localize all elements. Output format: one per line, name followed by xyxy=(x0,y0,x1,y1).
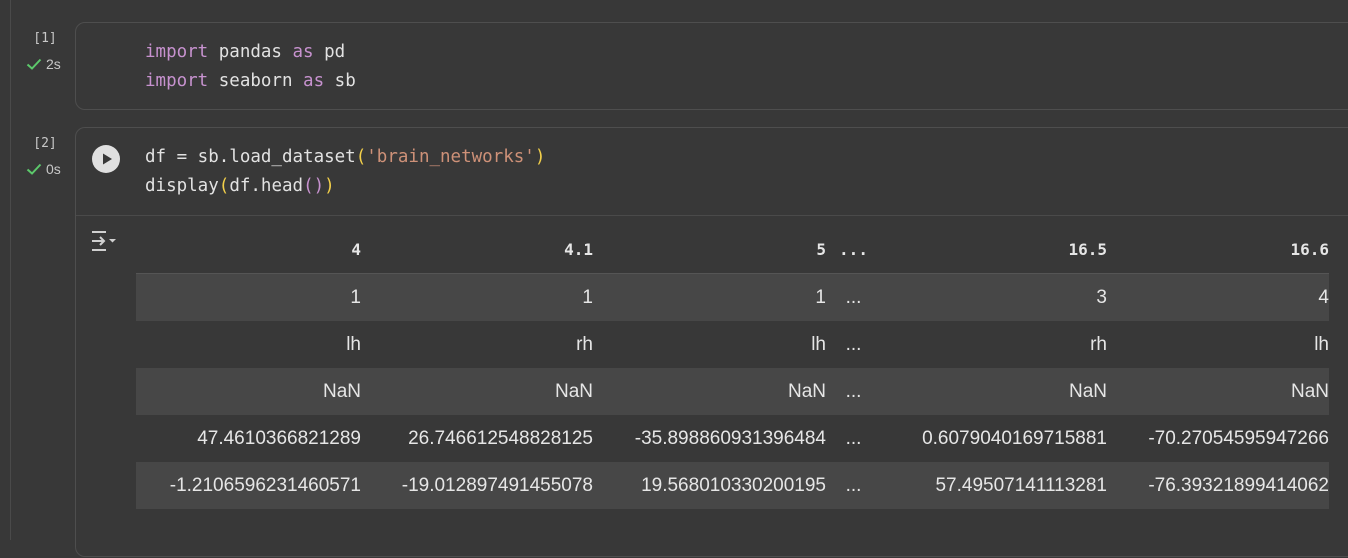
table-cell: 4 xyxy=(1107,273,1329,321)
code-token: ) xyxy=(534,147,546,167)
table-cell: ... xyxy=(826,462,881,509)
table-cell: 47.4610366821289 xyxy=(136,415,361,462)
column-header: 5 xyxy=(593,226,826,274)
output-toggle-icon[interactable] xyxy=(90,228,120,254)
table-cell: lh xyxy=(593,321,826,368)
table-cell: 26.746612548828125 xyxy=(361,415,593,462)
table-cell: 19.568010330200195 xyxy=(593,462,826,509)
execution-time: 0s xyxy=(46,161,61,177)
table-cell: -1.2106596231460571 xyxy=(136,462,361,509)
table-row: NaN NaN NaN ... NaN NaN xyxy=(136,368,1329,415)
column-header: ... xyxy=(826,226,881,274)
table-cell: lh xyxy=(1107,321,1329,368)
cell-output: 4 4.1 5 ... 16.5 16.6 1 1 1 ... 3 4 lh r… xyxy=(76,215,1348,558)
code-editor[interactable]: import pandas as pd import seaborn as sb xyxy=(145,38,356,96)
code-token: ( xyxy=(218,176,230,196)
table-header-row: 4 4.1 5 ... 16.5 16.6 xyxy=(136,226,1329,274)
execution-count: [1] xyxy=(33,31,57,46)
code-token: pd xyxy=(313,42,346,62)
code-token: df = sb.load_dataset xyxy=(145,147,356,167)
table-cell: 1 xyxy=(136,273,361,321)
code-token: import xyxy=(145,71,209,91)
code-token: display xyxy=(145,176,219,196)
table-cell: -35.898860931396484 xyxy=(593,415,826,462)
table-row: 1 1 1 ... 3 4 xyxy=(136,273,1329,321)
column-header: 4.1 xyxy=(361,226,593,274)
run-cell-button[interactable] xyxy=(92,145,120,173)
check-icon xyxy=(26,58,42,70)
column-header: 16.5 xyxy=(881,226,1107,274)
table-cell: 1 xyxy=(593,273,826,321)
code-token: ( xyxy=(355,147,367,167)
table-cell: NaN xyxy=(593,368,826,415)
table-row: 47.4610366821289 26.746612548828125 -35.… xyxy=(136,415,1329,462)
table-cell: rh xyxy=(361,321,593,368)
table-cell: 3 xyxy=(881,273,1107,321)
check-icon xyxy=(26,163,42,175)
code-token: sb xyxy=(324,71,356,91)
table-cell: ... xyxy=(826,368,881,415)
table-cell: 1 xyxy=(361,273,593,321)
execution-status: 2s xyxy=(26,56,68,72)
code-token: import xyxy=(145,42,209,62)
table-cell: 0.6079040169715881 xyxy=(881,415,1107,462)
execution-time: 2s xyxy=(46,56,61,72)
code-editor[interactable]: df = sb.load_dataset('brain_networks') d… xyxy=(145,143,545,201)
table-cell: rh xyxy=(881,321,1107,368)
table-cell: -70.27054595947266 xyxy=(1107,415,1329,462)
code-token: ) xyxy=(324,176,335,196)
code-cell-2[interactable]: df = sb.load_dataset('brain_networks') d… xyxy=(75,127,1348,557)
code-token: seaborn xyxy=(208,71,304,91)
table-cell: -76.39321899414062 xyxy=(1107,462,1329,509)
code-cell-1[interactable]: import pandas as pd import seaborn as sb xyxy=(75,22,1348,110)
table-cell: NaN xyxy=(881,368,1107,415)
column-header: 4 xyxy=(136,226,361,274)
code-token: pandas xyxy=(208,42,293,62)
dataframe-table: 4 4.1 5 ... 16.5 16.6 1 1 1 ... 3 4 lh r… xyxy=(136,226,1329,509)
table-cell: ... xyxy=(826,321,881,368)
code-token: as xyxy=(292,42,314,62)
table-cell: ... xyxy=(826,273,881,321)
execution-count: [2] xyxy=(33,136,57,151)
table-cell: ... xyxy=(826,415,881,462)
code-token: as xyxy=(303,71,325,91)
table-cell: NaN xyxy=(361,368,593,415)
table-cell: NaN xyxy=(1107,368,1329,415)
table-cell: lh xyxy=(136,321,361,368)
code-token: 'brain_networks' xyxy=(366,147,535,167)
table-row: -1.2106596231460571 -19.012897491455078 … xyxy=(136,462,1329,509)
table-cell: 57.49507141113281 xyxy=(881,462,1107,509)
code-token: () xyxy=(303,176,325,196)
gutter-divider xyxy=(10,0,11,540)
table-cell: NaN xyxy=(136,368,361,415)
table-cell: -19.012897491455078 xyxy=(361,462,593,509)
column-header: 16.6 xyxy=(1107,226,1329,274)
execution-status: 0s xyxy=(26,161,68,177)
code-token: df.head xyxy=(229,176,304,196)
play-icon xyxy=(103,153,112,165)
table-row: lh rh lh ... rh lh xyxy=(136,321,1329,368)
